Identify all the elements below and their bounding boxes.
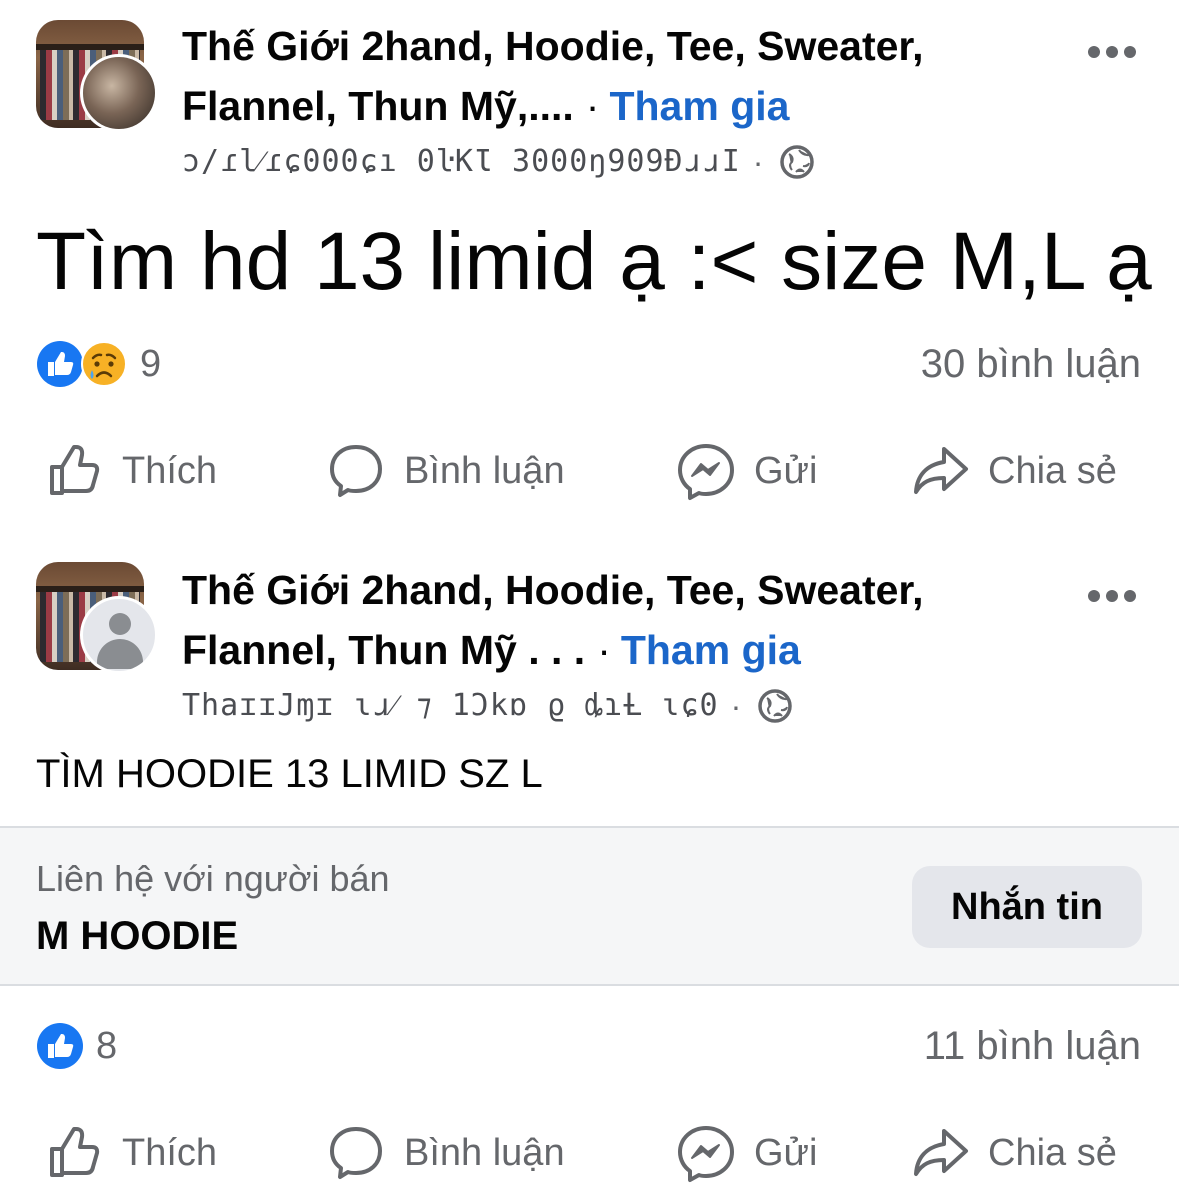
like-outline-icon <box>44 441 104 501</box>
share-label: Chia sẻ <box>988 449 1117 492</box>
comment-count[interactable]: 30 bình luận <box>921 338 1141 390</box>
share-label: Chia sẻ <box>988 1131 1117 1174</box>
like-outline-icon <box>44 1123 104 1183</box>
separator-dot: · <box>585 83 600 129</box>
post-author-time[interactable]: ThaɪɪJɱɪ ɩɹ⁄ ⁊ 1Ɔkɒ ϱ ȡɿȽ ɩɕ0 <box>182 686 719 726</box>
seller-name: M HOODIE <box>36 914 239 958</box>
group-avatar[interactable] <box>36 20 160 132</box>
share-button[interactable]: Chia sẻ <box>910 436 1117 506</box>
post-meta: ɔ/ɾl⁄ɾɕ000ɕı 0ŀKƖ 3000ŋ909ƉɹɹI · <box>182 142 815 182</box>
user-avatar[interactable] <box>80 54 158 132</box>
reactions-summary[interactable]: 8 <box>36 1020 117 1072</box>
default-avatar-icon[interactable] <box>80 596 158 674</box>
comment-count[interactable]: 11 bình luận <box>924 1020 1141 1072</box>
send-button[interactable]: Gửi <box>676 436 817 506</box>
like-icon <box>36 1022 84 1070</box>
sad-icon <box>80 340 128 388</box>
group-avatar[interactable] <box>36 562 160 674</box>
join-link[interactable]: Tham gia <box>609 83 789 129</box>
reaction-count: 8 <box>96 1024 118 1067</box>
comment-label: Bình luận <box>404 449 565 492</box>
more-dots-icon[interactable] <box>1088 46 1136 60</box>
separator-dot: · <box>597 627 611 673</box>
reactions-summary[interactable]: 9 <box>36 338 161 390</box>
comment-button[interactable]: Bình luận <box>326 436 565 506</box>
comment-button[interactable]: Bình luận <box>326 1118 565 1188</box>
action-bar: Thích Bình luận Gửi Chia sẻ <box>0 1118 1179 1188</box>
seller-contact-label: Liên hệ với người bán <box>36 858 390 899</box>
like-label: Thích <box>122 1131 218 1174</box>
comment-icon <box>326 441 386 501</box>
post-meta: ThaɪɪJɱɪ ɩɹ⁄ ⁊ 1Ɔkɒ ϱ ȡɿȽ ɩɕ0 · <box>182 686 793 726</box>
group-name-text[interactable]: Thế Giới 2hand, Hoodie, Tee, Sweater, Fl… <box>182 23 924 129</box>
reaction-count: 9 <box>140 342 162 385</box>
meta-separator: · <box>730 688 742 724</box>
comment-label: Bình luận <box>404 1131 565 1174</box>
messenger-icon <box>676 441 736 501</box>
seller-contact-box: Liên hệ với người bán M HOODIE Nhắn tin <box>0 826 1179 986</box>
like-button[interactable]: Thích <box>44 1118 217 1188</box>
group-name[interactable]: Thế Giới 2hand, Hoodie, Tee, Sweater, Fl… <box>182 560 1042 680</box>
join-link[interactable]: Tham gia <box>621 627 801 673</box>
globe-icon <box>779 144 815 180</box>
like-button[interactable]: Thích <box>44 436 217 506</box>
comment-icon <box>326 1123 386 1183</box>
share-icon <box>910 441 970 501</box>
meta-separator: · <box>752 144 764 180</box>
message-seller-button[interactable]: Nhắn tin <box>912 866 1142 948</box>
share-button[interactable]: Chia sẻ <box>910 1118 1117 1188</box>
share-icon <box>910 1123 970 1183</box>
more-dots-icon[interactable] <box>1088 590 1136 604</box>
group-name-text[interactable]: Thế Giới 2hand, Hoodie, Tee, Sweater, Fl… <box>182 567 924 673</box>
like-label: Thích <box>122 449 218 492</box>
like-icon <box>36 340 84 388</box>
send-label: Gửi <box>754 449 818 492</box>
messenger-icon <box>676 1123 736 1183</box>
group-name[interactable]: Thế Giới 2hand, Hoodie, Tee, Sweater, Fl… <box>182 16 1042 136</box>
post-body: TÌM HOODIE 13 LIMID SZ L <box>36 752 543 796</box>
send-label: Gửi <box>754 1131 818 1174</box>
post-author-time[interactable]: ɔ/ɾl⁄ɾɕ000ɕı 0ŀKƖ 3000ŋ909ƉɹɹI <box>182 142 741 182</box>
globe-icon <box>757 688 793 724</box>
post-body: Tìm hd 13 limid ạ :< size M,L ạ <box>36 216 1152 307</box>
action-bar: Thích Bình luận Gửi Chia sẻ <box>0 436 1179 506</box>
send-button[interactable]: Gửi <box>676 1118 817 1188</box>
